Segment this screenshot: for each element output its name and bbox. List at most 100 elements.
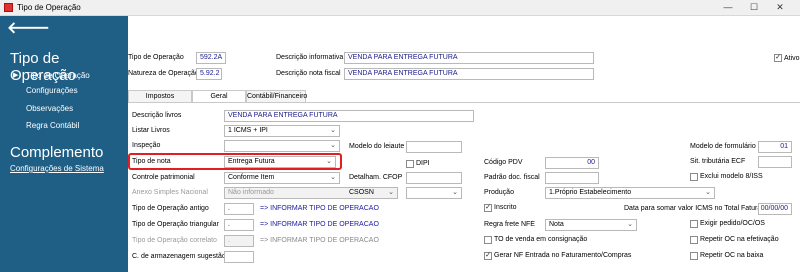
producao-label: Produção	[484, 189, 514, 196]
chevron-down-icon: ⌄	[330, 142, 336, 149]
natureza-input[interactable]: 5.92.2	[196, 68, 222, 80]
chevron-down-icon: ⌄	[627, 221, 633, 228]
anexo-simples-label: Anexo Simples Nacional	[132, 189, 208, 196]
exigir-pedido-checkbox[interactable]	[690, 220, 698, 228]
tipo-operacao-input[interactable]: 592.2A	[196, 52, 226, 64]
op-antigo-link[interactable]: => INFORMAR TIPO DE OPERACAO	[260, 205, 379, 212]
csosn-select[interactable]: ⌄	[406, 187, 462, 199]
sit-tributaria-label: Sit. tributária ECF	[690, 158, 746, 165]
chevron-down-icon: ⌄	[388, 189, 394, 196]
controle-patrimonial-value: Conforme Item	[228, 174, 275, 181]
repetir-oc-baixa-checkbox[interactable]	[690, 252, 698, 260]
exclui-modelo-checkbox[interactable]	[690, 173, 698, 181]
inscrito-checkbox[interactable]: ✓	[484, 204, 492, 212]
inspecao-label: Inspeção	[132, 142, 161, 149]
producao-value: 1.Próprio Estabelecimento	[549, 189, 632, 196]
back-arrow-icon[interactable]: 🡐	[7, 21, 50, 37]
padrao-doc-label: Padrão doc. fiscal	[484, 174, 540, 181]
minimize-button[interactable]: —	[716, 1, 740, 14]
natureza-label: Natureza de Operação	[128, 70, 199, 77]
listar-livros-label: Listar Livros	[132, 127, 170, 134]
regra-frete-select[interactable]: Nota ⌄	[545, 219, 637, 231]
controle-patrimonial-select[interactable]: Conforme Item ⌄	[224, 172, 340, 184]
modelo-formulario-label: Modelo de formulário	[690, 143, 756, 150]
listar-livros-select[interactable]: 1 ICMS + IPI ⌄	[224, 125, 340, 137]
sidebar-link-configuracoes-sistema[interactable]: Configurações de Sistema	[10, 164, 104, 173]
sidebar-item-configuracoes[interactable]: Configurações	[26, 86, 78, 95]
maximize-button[interactable]: ☐	[742, 1, 766, 14]
exigir-pedido-label: Exigir pedido/OC/OS	[700, 220, 765, 227]
ativo-checkbox[interactable]: ✓	[774, 54, 782, 62]
codigo-pdv-label: Código PDV	[484, 159, 523, 166]
ativo-label: Ativo	[784, 55, 800, 62]
tipo-nota-label: Tipo de nota	[132, 158, 171, 165]
app-icon	[4, 3, 13, 12]
anexo-simples-value: Não informado	[228, 189, 274, 196]
chevron-down-icon: ⌄	[705, 189, 711, 196]
modelo-leiaute-label: Modelo do leiaute	[349, 143, 405, 150]
chevron-down-icon: ⌄	[330, 127, 336, 134]
gerar-nf-label: Gerar NF Entrada no Faturamento/Compras	[494, 252, 632, 259]
gerar-nf-checkbox[interactable]: ✓	[484, 252, 492, 260]
desc-informativa-input[interactable]: VENDA PARA ENTREGA FUTURA	[344, 52, 594, 64]
desc-informativa-label: Descrição informativa	[276, 54, 344, 61]
descricao-livros-label: Descrição livros	[132, 112, 182, 119]
sidebar: 🡐 Tipo de Operação Tipo de Operação Conf…	[0, 16, 128, 272]
detalham-cfop-input[interactable]	[406, 172, 462, 184]
padrao-doc-input[interactable]	[545, 172, 599, 184]
tab-impostos[interactable]: Impostos	[128, 90, 192, 102]
op-triangular-label: Tipo de Operação triangular	[132, 221, 219, 228]
inscrito-label: Inscrito	[494, 204, 517, 211]
chevron-down-icon: ⌄	[330, 174, 336, 181]
op-triangular-input[interactable]: .	[224, 219, 254, 231]
dipi-label: DIPI	[416, 160, 430, 167]
csosn-label: CSOSN	[349, 189, 374, 196]
controle-patrimonial-label: Controle patrimonial	[132, 174, 195, 181]
detalham-cfop-label: Detalham. CFOP	[349, 174, 403, 181]
regra-frete-value: Nota	[549, 221, 564, 228]
inspecao-select[interactable]: ⌄	[224, 140, 340, 152]
descricao-livros-input[interactable]: VENDA PARA ENTREGA FUTURA	[224, 110, 474, 122]
to-venda-checkbox[interactable]	[484, 236, 492, 244]
dipi-checkbox[interactable]	[406, 160, 414, 168]
sidebar-item-regra-contabil[interactable]: Regra Contábil	[26, 121, 79, 130]
tipo-nota-select[interactable]: Entrega Futura ⌄	[224, 156, 336, 168]
armazenagem-label: C. de armazenagem sugestão	[132, 253, 226, 260]
tab-bar: Impostos Geral Contábil/Financeiro	[128, 90, 800, 103]
window-title: Tipo de Operação	[17, 3, 81, 12]
op-correlato-input: .	[224, 235, 254, 247]
op-antigo-label: Tipo de Operação antigo	[132, 205, 209, 212]
op-correlato-link: => INFORMAR TIPO DE OPERACAO	[260, 237, 379, 244]
sidebar-section-complemento: Complemento	[10, 144, 104, 161]
close-button[interactable]: ✕	[768, 1, 792, 14]
codigo-pdv-input[interactable]: 00	[545, 157, 599, 169]
tipo-nota-value: Entrega Futura	[228, 158, 275, 165]
repetir-oc-baixa-label: Repetir OC na baixa	[700, 252, 764, 259]
to-venda-label: TO de venda em consignação	[494, 236, 588, 243]
regra-frete-label: Regra frete NFE	[484, 221, 535, 228]
op-antigo-input[interactable]: .	[224, 203, 254, 215]
modelo-leiaute-input[interactable]	[406, 141, 462, 153]
exclui-modelo-label: Exclui modelo 8/ISS	[700, 173, 763, 180]
window-titlebar: Tipo de Operação — ☐ ✕	[0, 0, 800, 16]
producao-select[interactable]: 1.Próprio Estabelecimento ⌄	[545, 187, 715, 199]
op-correlato-label: Tipo de Operação correlato	[132, 237, 217, 244]
sit-tributaria-input[interactable]	[758, 156, 792, 168]
data-somar-label: Data para somar valor ICMS no Total Fatu…	[624, 205, 769, 212]
armazenagem-input[interactable]	[224, 251, 254, 263]
op-triangular-link[interactable]: => INFORMAR TIPO DE OPERACAO	[260, 221, 379, 228]
desc-nota-input[interactable]: VENDA PARA ENTREGA FUTURA	[344, 68, 594, 80]
repetir-oc-efetivacao-checkbox[interactable]	[690, 236, 698, 244]
modelo-formulario-input[interactable]: 01	[758, 141, 792, 153]
sidebar-item-tipo-operacao[interactable]: Tipo de Operação	[13, 71, 90, 80]
tab-contabil-financeiro[interactable]: Contábil/Financeiro	[246, 90, 307, 102]
listar-livros-value: 1 ICMS + IPI	[228, 127, 268, 134]
chevron-down-icon: ⌄	[326, 158, 332, 165]
tipo-operacao-label: Tipo de Operação	[128, 54, 184, 61]
repetir-oc-efetivacao-label: Repetir OC na efetivação	[700, 236, 779, 243]
sidebar-item-observacoes[interactable]: Observações	[26, 104, 73, 113]
chevron-down-icon: ⌄	[452, 189, 458, 196]
main-content: Tipo de Operação 592.2A Natureza de Oper…	[128, 16, 800, 272]
data-somar-input[interactable]: 00/00/00	[758, 203, 792, 215]
desc-nota-label: Descrição nota fiscal	[276, 70, 341, 77]
